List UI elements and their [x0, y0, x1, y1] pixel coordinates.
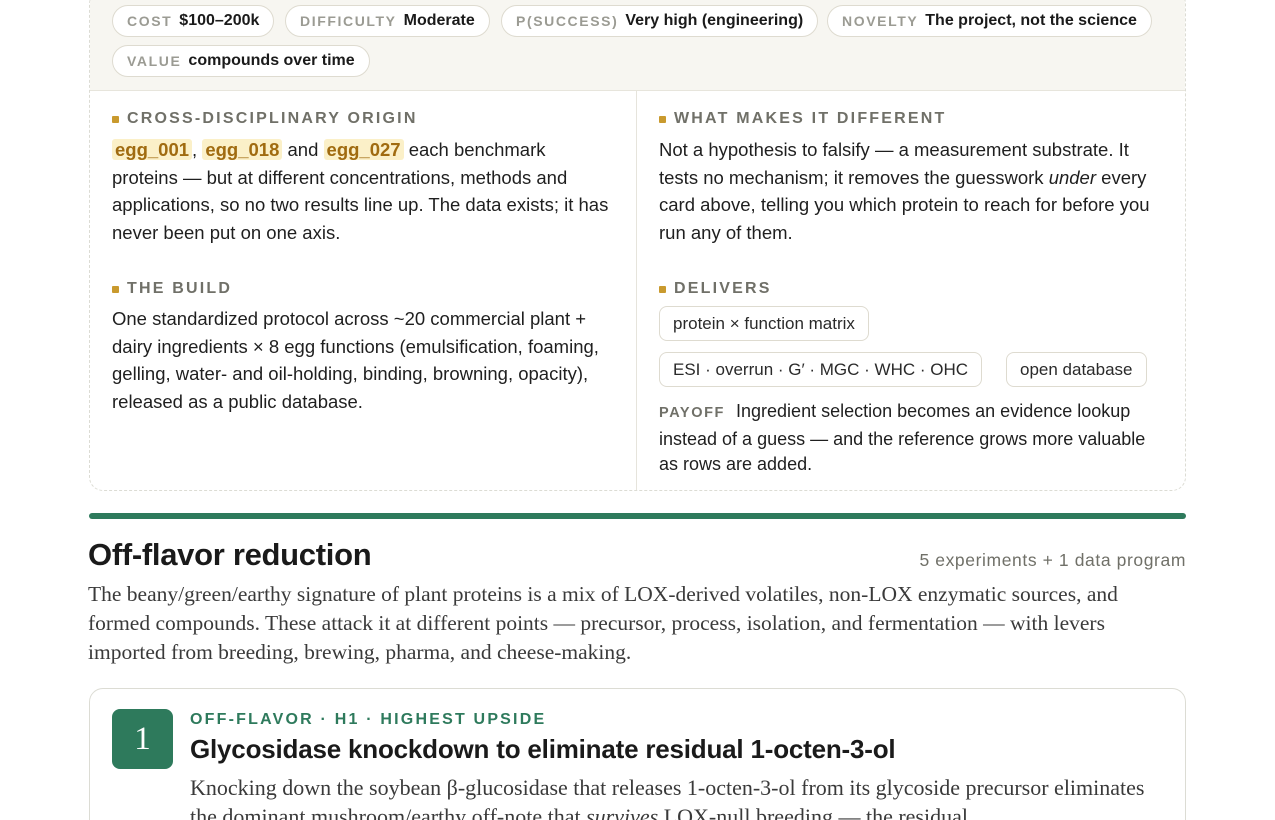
bullet-square-icon	[112, 115, 119, 123]
build-label: THE BUILD	[112, 280, 232, 298]
experiment-number-badge: 1	[112, 709, 173, 769]
cost-pill: COST $100–200k	[112, 5, 275, 37]
column-divider	[636, 91, 637, 490]
experiment-title: Glycosidase knockdown to eliminate resid…	[190, 734, 896, 764]
section-description: The beany/green/earthy signature of plan…	[88, 582, 1118, 664]
deliverable-tag: protein × function matrix	[659, 306, 869, 341]
difficulty-pill: DIFFICULTY Moderate	[285, 5, 490, 37]
experiment-kicker: OFF-FLAVOR · H1 · HIGHEST UPSIDE	[190, 711, 547, 728]
payoff-text: PAYOFF Ingredient selection becomes an e…	[659, 401, 1146, 474]
data-program-card: COST $100–200k DIFFICULTY Moderate P(SUC…	[89, 0, 1186, 491]
value-pill: VALUE compounds over time	[112, 45, 370, 77]
different-label: WHAT MAKES IT DIFFERENT	[659, 110, 947, 128]
delivers-label: DELIVERS	[659, 280, 772, 298]
origin-label: CROSS-DISCIPLINARY ORIGIN	[112, 110, 418, 128]
meta-band: COST $100–200k DIFFICULTY Moderate P(SUC…	[90, 0, 1185, 91]
experiment-card[interactable]: 1 OFF-FLAVOR · H1 · HIGHEST UPSIDE Glyco…	[89, 688, 1186, 820]
bullet-square-icon	[112, 285, 119, 293]
bullet-square-icon	[659, 285, 666, 293]
novelty-pill: NOVELTY The project, not the science	[827, 5, 1152, 37]
different-text: Not a hypothesis to falsify — a measurem…	[659, 139, 1150, 243]
ref-egg-001[interactable]: egg_001	[112, 139, 193, 160]
ref-egg-027[interactable]: egg_027	[323, 139, 404, 160]
ref-egg-018[interactable]: egg_018	[202, 139, 283, 160]
section-count: 5 experiments + 1 data program	[919, 550, 1186, 570]
success-pill: P(SUCCESS) Very high (engineering)	[501, 5, 819, 37]
bullet-square-icon	[659, 115, 666, 123]
origin-text: egg_001, egg_018 and egg_027 each benchm…	[112, 139, 609, 243]
deliverable-tag: open database	[1006, 352, 1147, 387]
deliverable-tag: ESI · overrun · G′ · MGC · WHC · OHC	[659, 352, 983, 387]
experiment-description: Knocking down the soybean β-glucosidase …	[190, 775, 1145, 820]
build-text: One standardized protocol across ~20 com…	[112, 308, 599, 412]
section-title: Off-flavor reduction	[88, 537, 372, 572]
section-divider	[89, 513, 1186, 519]
